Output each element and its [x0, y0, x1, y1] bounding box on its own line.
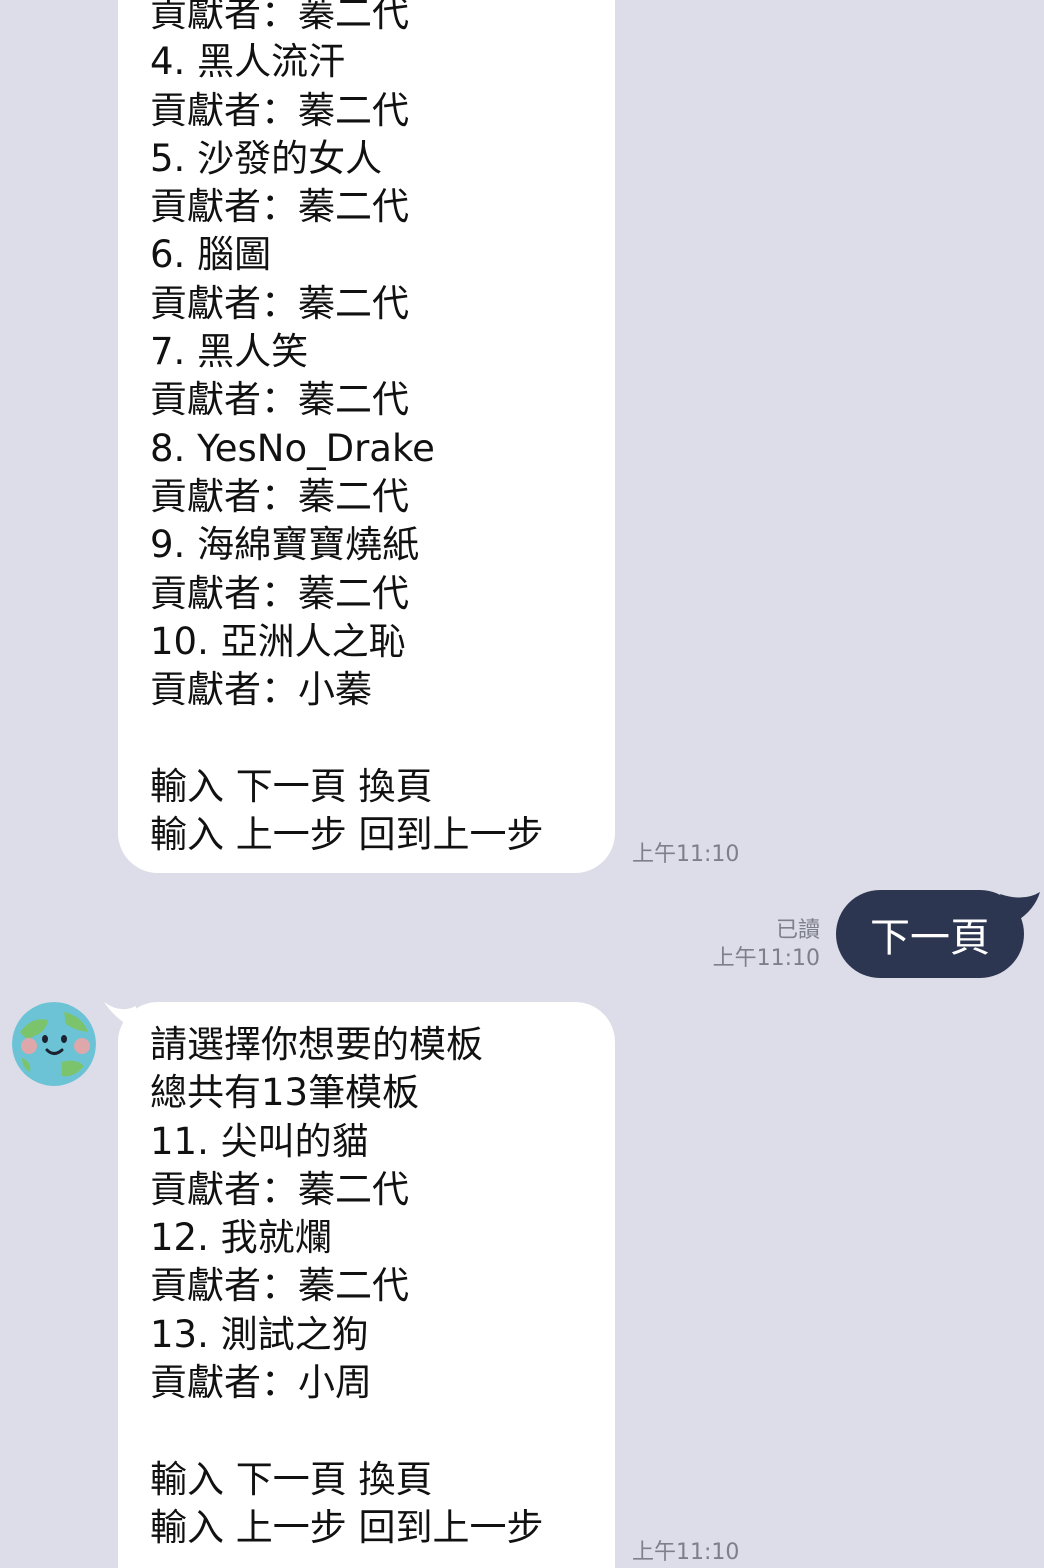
- message-line: 請選擇你想要的模板: [150, 1023, 483, 1066]
- message-line: 貢獻者：蓁二代: [150, 88, 409, 132]
- message-timestamp: 上午11:10: [632, 1540, 740, 1565]
- outgoing-message-bubble[interactable]: 下一頁: [836, 890, 1024, 978]
- message-line: 貢獻者：小蓁: [150, 668, 372, 712]
- message-line: 10. 亞洲人之恥: [150, 619, 406, 663]
- incoming-message-bubble[interactable]: 貢獻者：蓁二代 4. 黑人流汗 貢獻者：蓁二代 5. 沙發的女人 貢獻者：蓁二代 6. 腦…: [118, 0, 615, 873]
- earth-face-icon[interactable]: [12, 1002, 96, 1086]
- message-line: 輸入 上一步 回到上一步: [150, 813, 544, 857]
- message-line: 總共有13筆模板: [150, 1071, 420, 1115]
- message-line: 貢獻者：蓁二代: [150, 378, 409, 422]
- message-line: 12. 我就爛: [150, 1216, 332, 1260]
- message-line: 貢獻者：蓁二代: [150, 185, 409, 229]
- message-line: 7. 黑人笑: [150, 330, 309, 374]
- sent-timestamp: 上午11:10: [712, 946, 820, 971]
- incoming-message-bubble[interactable]: 請選擇你想要的模板 總共有13筆模板 11. 尖叫的貓 貢獻者：蓁二代 12. 我就爛貢…: [118, 1002, 615, 1568]
- message-line: 輸入 下一頁 換頁: [150, 764, 433, 808]
- message-line: [150, 714, 595, 762]
- message-text: 請選擇你想要的模板 總共有13筆模板 11. 尖叫的貓 貢獻者：蓁二代 12. 我就爛貢…: [150, 1021, 595, 1552]
- message-line: 貢獻者：小周: [150, 1361, 372, 1405]
- message-line: 貢獻者：蓁二代: [150, 474, 409, 518]
- message-line: 13. 測試之狗: [150, 1312, 369, 1356]
- outgoing-message-text: 下一頁: [870, 915, 990, 961]
- message-line: 貢獻者：蓁二代: [150, 1264, 409, 1308]
- message-line: 貢獻者：蓁二代: [150, 1167, 409, 1211]
- message-line: 11. 尖叫的貓: [150, 1119, 369, 1163]
- message-line: 輸入 上一步 回到上一步: [150, 1505, 544, 1549]
- message-line: 4. 黑人流汗: [150, 40, 346, 84]
- outgoing-bubble-tail: [1000, 892, 1040, 924]
- message-line: 輸入 下一頁 換頁: [150, 1457, 433, 1501]
- message-line: 貢獻者：蓁二代: [150, 0, 409, 35]
- message-line: 9. 海綿寶寶燒紙: [150, 523, 420, 567]
- message-line: 6. 腦圖: [150, 233, 272, 277]
- message-timestamp: 上午11:10: [632, 842, 740, 867]
- message-text: 貢獻者：蓁二代 4. 黑人流汗 貢獻者：蓁二代 5. 沙發的女人 貢獻者：蓁二代 6. 腦…: [150, 0, 595, 859]
- message-line: 貢獻者：蓁二代: [150, 571, 409, 615]
- message-line: 5. 沙發的女人: [150, 136, 383, 180]
- message-line: 8. YesNo_Drake: [150, 426, 435, 470]
- message-line: 貢獻者：蓁二代: [150, 281, 409, 325]
- message-line: [150, 1407, 595, 1455]
